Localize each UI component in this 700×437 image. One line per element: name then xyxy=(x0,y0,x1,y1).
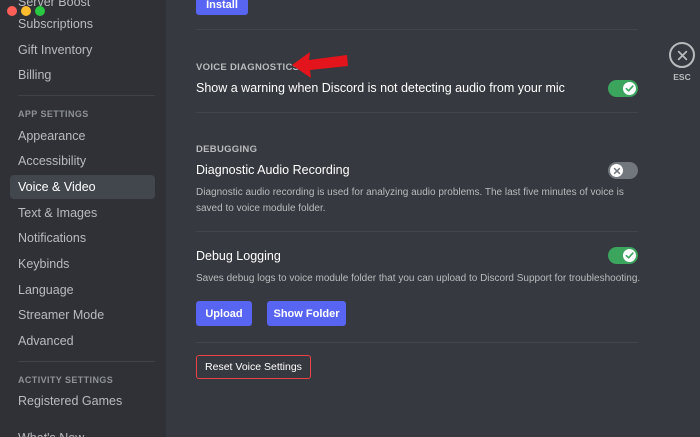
reset-voice-settings-button[interactable]: Reset Voice Settings xyxy=(196,355,311,379)
sidebar-item-billing[interactable]: Billing xyxy=(10,63,155,87)
check-icon xyxy=(625,85,634,92)
section-divider xyxy=(196,29,638,30)
esc-label: ESC xyxy=(673,72,691,82)
debugging-header: DEBUGGING xyxy=(196,144,258,155)
sidebar-item-registered-games[interactable]: Registered Games xyxy=(10,389,155,413)
diagnostic-recording-description: Diagnostic audio recording is used for a… xyxy=(196,187,624,214)
close-icon[interactable] xyxy=(669,42,695,68)
sidebar-item-voice-video[interactable]: Voice & Video xyxy=(10,175,155,199)
sidebar-divider xyxy=(18,95,155,96)
settings-content: Install VOICE DIAGNOSTICS Show a warning… xyxy=(166,0,700,437)
section-divider xyxy=(196,342,638,343)
sidebar-item-advanced[interactable]: Advanced xyxy=(10,329,155,353)
sidebar-item-notifications[interactable]: Notifications xyxy=(10,226,155,250)
app-settings-header: APP SETTINGS xyxy=(18,109,89,119)
voice-diagnostics-header: VOICE DIAGNOSTICS xyxy=(196,62,300,73)
sidebar-item-appearance[interactable]: Appearance xyxy=(10,124,155,148)
diagnostic-recording-title: Diagnostic Audio Recording xyxy=(196,163,350,177)
maximize-window-button[interactable] xyxy=(35,6,45,16)
sidebar-item-keybinds[interactable]: Keybinds xyxy=(10,252,155,276)
sidebar-item-accessibility[interactable]: Accessibility xyxy=(10,149,155,173)
toggle-knob xyxy=(623,82,636,95)
annotation-arrow-icon xyxy=(292,52,348,78)
window-controls xyxy=(7,6,45,16)
mic-warning-title: Show a warning when Discord is not detec… xyxy=(196,81,565,95)
section-divider xyxy=(196,231,638,232)
close-window-button[interactable] xyxy=(7,6,17,16)
minimize-window-button[interactable] xyxy=(21,6,31,16)
sidebar-item-whats-new[interactable]: What's New xyxy=(10,426,155,437)
sidebar-item-gift-inventory[interactable]: Gift Inventory xyxy=(10,38,155,62)
sidebar-item-language[interactable]: Language xyxy=(10,278,155,302)
upload-button[interactable]: Upload xyxy=(196,301,252,326)
debug-logging-description: Saves debug logs to voice module folder … xyxy=(196,273,641,284)
sidebar-item-streamer-mode[interactable]: Streamer Mode xyxy=(10,303,155,327)
toggle-knob xyxy=(623,249,636,262)
settings-sidebar: Server Boost Subscriptions Gift Inventor… xyxy=(0,0,166,437)
check-icon xyxy=(625,252,634,259)
sidebar-item-text-images[interactable]: Text & Images xyxy=(10,201,155,225)
debug-logging-toggle[interactable] xyxy=(608,247,638,264)
sidebar-divider xyxy=(18,361,155,362)
x-icon xyxy=(613,167,620,174)
diagnostic-recording-toggle[interactable] xyxy=(608,162,638,179)
activity-settings-header: ACTIVITY SETTINGS xyxy=(18,375,114,385)
toggle-knob xyxy=(610,164,623,177)
install-button[interactable]: Install xyxy=(196,0,248,15)
section-divider xyxy=(196,112,638,113)
show-folder-button[interactable]: Show Folder xyxy=(267,301,346,326)
mic-warning-toggle[interactable] xyxy=(608,80,638,97)
close-settings[interactable]: ESC xyxy=(667,42,697,82)
debug-logging-title: Debug Logging xyxy=(196,249,281,263)
